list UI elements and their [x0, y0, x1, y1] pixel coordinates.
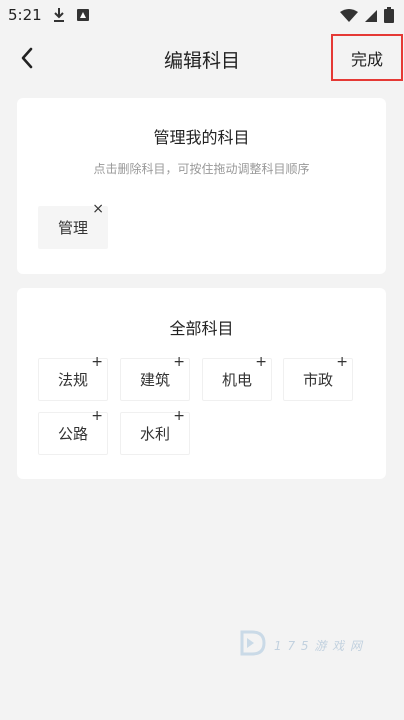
watermark: 1 7 5 游 戏 网	[238, 628, 363, 662]
my-subjects-title: 管理我的科目	[153, 128, 250, 147]
signal-icon	[364, 8, 378, 27]
add-icon[interactable]: +	[336, 355, 348, 369]
chip-label: 水利	[139, 425, 170, 443]
my-subjects-hint: 点击删除科目，可按住拖动调整科目顺序	[93, 162, 310, 176]
subject-chip-shizheng[interactable]: 市政 +	[283, 355, 353, 401]
chip-label: 管理	[57, 219, 88, 237]
subject-chip-gonglu[interactable]: 公路 +	[38, 409, 108, 455]
add-icon[interactable]: +	[91, 355, 103, 369]
subject-chip-jianzhu[interactable]: 建筑 +	[120, 355, 190, 401]
subject-chip-shuili[interactable]: 水利 +	[120, 409, 190, 455]
done-button[interactable]: 完成	[331, 34, 403, 81]
chip-label: 市政	[302, 371, 333, 389]
download-icon	[52, 7, 66, 27]
battery-icon	[384, 7, 394, 27]
wifi-icon	[340, 8, 358, 27]
all-subjects-title: 全部科目	[169, 319, 234, 338]
add-icon[interactable]: +	[173, 355, 185, 369]
chip-label: 建筑	[139, 371, 170, 389]
all-subjects-card: 全部科目 法规 + 建筑 + 机电 + 市政 + 公路 + 水利 +	[17, 288, 386, 479]
header: 编辑科目 完成	[0, 32, 404, 84]
subject-chip-jidian[interactable]: 机电 +	[202, 355, 272, 401]
status-time: 5:21	[8, 6, 42, 24]
watermark-text: 1 7 5 游 戏 网	[274, 638, 363, 653]
notification-app-icon	[76, 7, 90, 27]
status-bar: 5:21	[0, 0, 404, 32]
my-subjects-card: 管理我的科目 点击删除科目，可按住拖动调整科目顺序 管理 ×	[17, 98, 386, 274]
status-right-icons	[340, 7, 394, 27]
watermark-logo-icon	[238, 628, 268, 662]
chip-label: 机电	[221, 371, 252, 389]
subject-chip-fagui[interactable]: 法规 +	[38, 355, 108, 401]
my-subject-chip-guanli[interactable]: 管理 ×	[38, 202, 108, 249]
chip-label: 法规	[57, 371, 88, 389]
chip-label: 公路	[57, 425, 88, 443]
remove-icon[interactable]: ×	[92, 202, 104, 216]
add-icon[interactable]: +	[255, 355, 267, 369]
add-icon[interactable]: +	[173, 409, 185, 423]
add-icon[interactable]: +	[91, 409, 103, 423]
status-left-icons	[52, 7, 90, 27]
